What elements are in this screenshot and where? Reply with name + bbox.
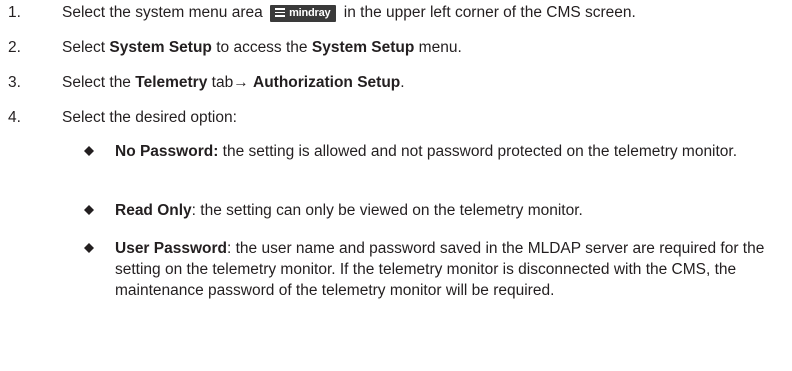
- logo-text: mindray: [289, 7, 331, 19]
- step-1-text-before: Select the system menu area: [62, 4, 263, 21]
- option-desc: the setting is allowed and not password …: [218, 143, 738, 160]
- bold-term: System Setup: [109, 39, 212, 56]
- bold-term: Authorization Setup: [253, 74, 401, 91]
- diamond-bullet-icon: [84, 205, 94, 215]
- text-run: to access the: [211, 39, 312, 56]
- step-1-text-after: in the upper left corner of the CMS scre…: [343, 4, 636, 21]
- step-number: 1.: [8, 4, 21, 21]
- option-term: No Password:: [115, 143, 219, 160]
- text-run: Select: [62, 39, 110, 56]
- option-term: User Password: [115, 240, 227, 257]
- option-text: User Password: the user name and passwor…: [115, 238, 775, 301]
- text-run: Select the: [62, 74, 136, 91]
- text-run: .: [400, 74, 405, 91]
- step-number: 2.: [8, 39, 21, 56]
- step-text: Select System Setup to access the System…: [62, 37, 462, 58]
- step-text: Select the system menu area mindray in t…: [62, 2, 636, 23]
- text-run: tab→: [207, 74, 254, 91]
- step-text: Select the desired option:: [62, 109, 237, 126]
- option-text: Read Only: the setting can only be viewe…: [115, 200, 775, 221]
- diamond-bullet-icon: [84, 243, 94, 253]
- option-term: Read Only: [115, 202, 192, 219]
- document-page: { "steps": [ { "num": "1.", "pre": "Sele…: [0, 0, 792, 371]
- option-text: No Password: the setting is allowed and …: [115, 141, 775, 162]
- step-number: 3.: [8, 74, 21, 91]
- bold-term: Telemetry: [135, 74, 208, 91]
- step-text: Select the Telemetry tab→ Authorization …: [62, 72, 405, 93]
- system-menu-area: mindray: [270, 5, 337, 22]
- diamond-bullet-icon: [84, 146, 94, 156]
- step-number: 4.: [8, 109, 21, 126]
- hamburger-menu-icon: [275, 8, 286, 17]
- text-run: menu.: [414, 39, 462, 56]
- option-desc: : the setting can only be viewed on the …: [191, 202, 583, 219]
- bold-term: System Setup: [311, 39, 415, 56]
